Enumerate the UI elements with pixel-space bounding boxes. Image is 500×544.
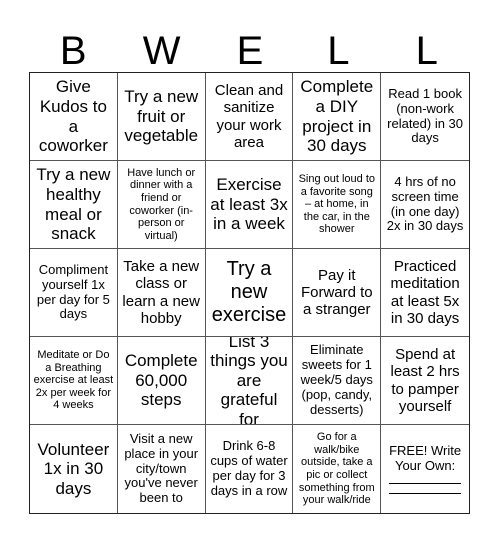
free-space-cell[interactable]: FREE! Write Your Own: [381,425,469,513]
cell-text: Spend at least 2 hrs to pamper yourself [390,346,460,415]
bingo-cell[interactable]: Spend at least 2 hrs to pamper yourself [381,337,469,425]
cell-text: Try a new healthy meal or snack [36,165,111,244]
bingo-cell[interactable]: Exercise at least 3x in a week [205,161,294,249]
bingo-cell[interactable]: 4 hrs of no screen time (in one day) 2x … [381,161,469,249]
bingo-cell[interactable]: Complete 60,000 steps [117,337,206,425]
cell-text: Pay it Forward to a stranger [300,266,373,319]
header-letter-l2: L [415,29,438,73]
cell-text: Read 1 book (non-work related) in 30 day… [387,85,464,146]
cell-text: Try a new exercise [211,258,287,326]
bingo-cell[interactable]: Compliment yourself 1x per day for 5 day… [30,249,118,337]
cell-text: 4 hrs of no screen time (in one day) 2x … [386,173,464,234]
bingo-cell[interactable]: Volunteer 1x in 30 days [30,425,118,513]
bingo-cell[interactable]: Try a new fruit or vegetable [117,73,206,161]
cell-text: Volunteer 1x in 30 days [37,439,110,498]
cell-text: Clean and sanitize your work area [214,82,284,151]
bingo-cell[interactable]: Practiced meditation at least 5x in 30 d… [381,249,469,337]
cell-text: Give Kudos to a coworker [38,77,108,156]
write-in-line [389,492,462,494]
bingo-cell[interactable]: List 3 things you are grateful for [205,337,294,425]
bingo-cell[interactable]: Drink 6-8 cups of water per day for 3 da… [206,425,294,513]
bingo-cell[interactable]: Have lunch or dinner with a friend or co… [117,161,206,249]
cell-text: List 3 things you are grateful for [210,337,288,425]
bingo-cell[interactable]: Give Kudos to a coworker [30,73,118,161]
bingo-cell[interactable]: Eliminate sweets for 1 week/5 days (pop,… [293,337,382,425]
header-letter-w: W [142,29,181,73]
cell-text: Try a new fruit or vegetable [124,87,199,146]
cell-text: Complete 60,000 steps [124,351,198,410]
header-letter-l1: L [327,29,350,73]
cell-text: Compliment yourself 1x per day for 5 day… [36,261,110,322]
bingo-cell[interactable]: Complete a DIY project in 30 days [293,73,382,161]
header-letter-b: B [59,29,87,73]
cell-text: Complete a DIY project in 30 days [300,77,374,156]
bingo-header: B W E L L [29,30,471,72]
bingo-cell[interactable]: Read 1 book (non-work related) in 30 day… [381,73,469,161]
cell-text: Go for a walk/bike outside, take a pic o… [298,431,375,507]
bingo-cell[interactable]: Try a new healthy meal or snack [30,161,118,249]
bingo-cell[interactable]: Pay it Forward to a stranger [293,249,382,337]
bingo-cell[interactable]: Go for a walk/bike outside, take a pic o… [293,425,382,513]
cell-text: Drink 6-8 cups of water per day for 3 da… [210,438,288,498]
bingo-grid: Give Kudos to a coworker Try a new fruit… [29,72,470,514]
bingo-cell[interactable]: Meditate or Do a Breathing exercise at l… [30,337,118,425]
cell-text: Exercise at least 3x in a week [210,175,288,234]
bingo-cell[interactable]: Clean and sanitize your work area [205,73,294,161]
header-letter-e: E [236,29,264,73]
cell-text: Practiced meditation at least 5x in 30 d… [390,258,460,327]
cell-text: Meditate or Do a Breathing exercise at l… [33,348,114,412]
bingo-cell[interactable]: Take a new class or learn a new hobby [117,249,206,337]
cell-text: Visit a new place in your city/town you'… [124,430,199,506]
cell-text: Take a new class or learn a new hobby [122,258,200,327]
bingo-cell[interactable]: Sing out loud to a favorite song – at ho… [293,161,382,249]
cell-text: Eliminate sweets for 1 week/5 days (pop,… [300,342,373,417]
cell-text: FREE! Write Your Own: [389,443,462,473]
cell-text: Sing out loud to a favorite song – at ho… [298,172,376,236]
bingo-cell[interactable]: Try a new exercise [205,249,294,337]
cell-text: Have lunch or dinner with a friend or co… [127,166,196,242]
write-in-line [389,482,462,484]
bingo-cell[interactable]: Visit a new place in your city/town you'… [118,425,206,513]
